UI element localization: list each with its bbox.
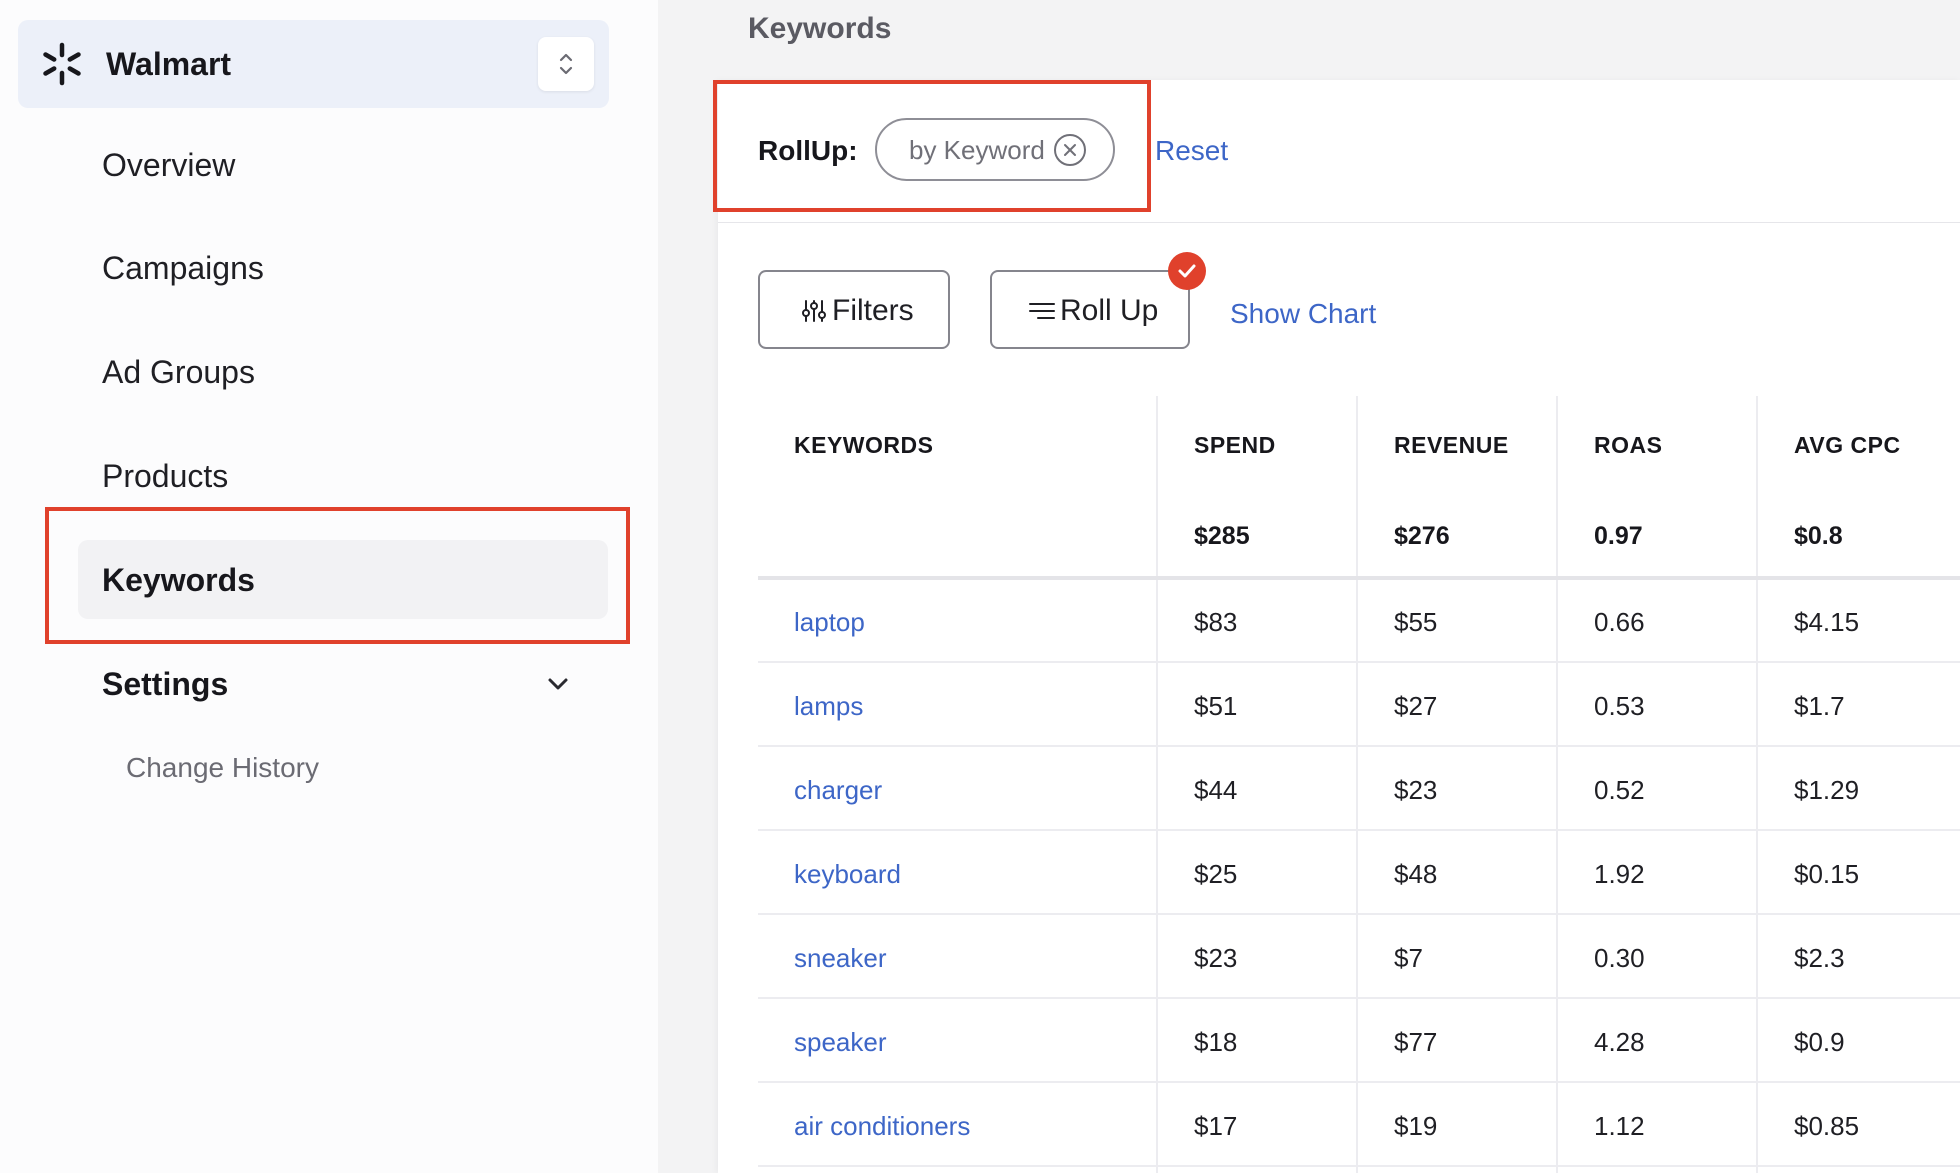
content-card [718,80,1960,1173]
spend-cell: $23 [1194,943,1238,973]
avg-cpc-cell: $2.3 [1794,943,1845,973]
rollup-active-badge [1168,252,1206,290]
column-header-avg-cpc[interactable]: AVG CPC [1794,430,1901,460]
account-switcher[interactable]: Walmart [18,20,609,108]
sidebar-item-ad-groups[interactable]: Ad Groups [102,352,255,392]
check-icon [1178,264,1196,278]
sidebar-item-change-history[interactable]: Change History [126,750,319,786]
sliders-icon [802,300,826,322]
roas-cell: 0.66 [1594,607,1645,637]
revenue-cell: $27 [1394,691,1438,721]
revenue-cell: $7 [1394,943,1423,973]
roas-cell: 0.53 [1594,691,1645,721]
keyword-link[interactable]: lamps [794,689,863,723]
spend-cell: $17 [1194,1111,1238,1141]
chevron-up-down-icon [559,53,573,75]
avg-cpc-cell: $4.15 [1794,607,1860,637]
total-spend: $285 [1194,522,1250,550]
total-revenue: $276 [1394,522,1450,550]
rollup-button-label: Roll Up [1060,294,1159,327]
sidebar-item-settings[interactable]: Settings [102,664,228,704]
column-divider [1756,396,1758,1173]
roas-cell: 1.92 [1594,859,1645,889]
filters-button[interactable]: Filters [758,270,950,349]
row-divider [758,829,1960,831]
avg-cpc-cell: $0.9 [1794,1027,1845,1057]
spend-cell: $83 [1194,607,1238,637]
avg-cpc-cell: $0.85 [1794,1111,1860,1141]
sidebar: Walmart Overview Campaigns Ad Groups Pro… [0,0,658,1173]
roas-cell: 0.30 [1594,943,1645,973]
row-divider [758,1081,1960,1083]
total-roas: 0.97 [1594,522,1643,550]
lines-icon [1029,303,1055,319]
revenue-cell: $19 [1394,1111,1438,1141]
chevron-down-icon[interactable] [544,670,572,698]
revenue-cell: $77 [1394,1027,1438,1057]
sidebar-item-campaigns[interactable]: Campaigns [102,248,264,288]
column-divider [1356,396,1358,1173]
keyword-link[interactable]: laptop [794,605,865,639]
avg-cpc-cell: $1.29 [1794,775,1860,805]
sidebar-item-label: Keywords [102,562,255,598]
avg-cpc-cell: $1.7 [1794,691,1845,721]
total-avg-cpc: $0.8 [1794,522,1843,550]
row-divider [758,661,1960,663]
avg-cpc-cell: $0.15 [1794,859,1860,889]
keyword-link[interactable]: charger [794,773,882,807]
spend-cell: $25 [1194,859,1238,889]
walmart-spark-icon [43,42,81,86]
row-divider [758,1165,1960,1167]
roas-cell: 4.28 [1594,1027,1645,1057]
sidebar-item-products[interactable]: Products [102,456,228,496]
row-divider [758,913,1960,915]
divider [718,222,1960,223]
close-circle-icon[interactable] [1053,133,1087,167]
column-header-spend[interactable]: SPEND [1194,430,1276,460]
rollup-chip[interactable]: by Keyword [875,118,1115,181]
column-divider [1156,396,1158,1173]
spend-cell: $51 [1194,691,1238,721]
rollup-button[interactable]: Roll Up [990,270,1190,349]
keyword-link[interactable]: speaker [794,1025,887,1059]
rollup-chip-label: by Keyword [909,135,1045,165]
column-header-keywords[interactable]: KEYWORDS [794,430,933,460]
row-divider [758,997,1960,999]
rollup-label: RollUp: [758,135,858,166]
revenue-cell: $55 [1394,607,1438,637]
sidebar-item-overview[interactable]: Overview [102,145,235,185]
show-chart-link[interactable]: Show Chart [1230,296,1376,332]
spend-cell: $18 [1194,1027,1238,1057]
keyword-link[interactable]: keyboard [794,857,901,891]
revenue-cell: $48 [1394,859,1438,889]
row-divider [758,745,1960,747]
column-divider [1556,396,1558,1173]
header-divider [758,576,1960,580]
keyword-link[interactable]: air conditioners [794,1109,970,1143]
roas-cell: 1.12 [1594,1111,1645,1141]
roas-cell: 0.52 [1594,775,1645,805]
brand-name: Walmart [106,46,232,82]
column-header-revenue[interactable]: REVENUE [1394,430,1509,460]
filters-button-label: Filters [832,294,914,327]
revenue-cell: $23 [1394,775,1438,805]
switcher-button[interactable] [538,37,594,91]
column-header-roas[interactable]: ROAS [1594,430,1662,460]
page-title: Keywords [748,12,892,45]
reset-link[interactable]: Reset [1155,133,1228,169]
keyword-link[interactable]: sneaker [794,941,887,975]
sidebar-item-keywords[interactable]: Keywords [78,540,608,619]
spend-cell: $44 [1194,775,1238,805]
